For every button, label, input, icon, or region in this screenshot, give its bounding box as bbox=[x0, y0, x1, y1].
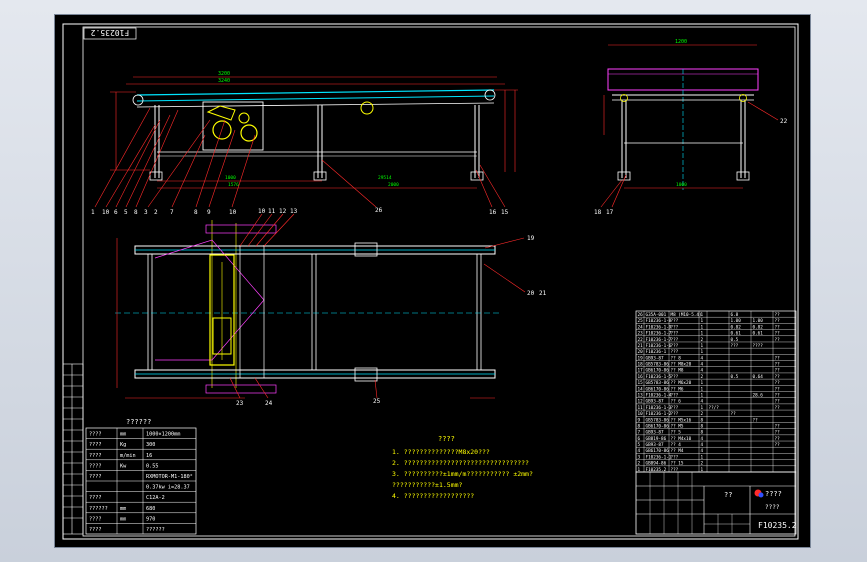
tech-note-1: 1. ??????????????M8x20??? bbox=[392, 448, 490, 456]
title-block-name: ???? bbox=[765, 490, 782, 498]
params-cell: ???? bbox=[89, 453, 102, 459]
params-cell: ?????? bbox=[89, 506, 108, 512]
balloon-side-17: 17 bbox=[606, 209, 614, 216]
dim-front-a: 1576 bbox=[228, 182, 239, 188]
tech-note-3: 3. ??????????±1mm/m??????????? ±2mm? bbox=[392, 470, 533, 478]
balloon-plan-11: 10 bbox=[258, 208, 266, 215]
params-cell: RXMOTOR-M1-180° bbox=[146, 474, 193, 480]
balloon-plan-23: 23 bbox=[236, 400, 244, 407]
params-cell: ?????? bbox=[146, 527, 165, 533]
dim-front-b: 1000 bbox=[225, 175, 236, 181]
balloon-front-1: 1 bbox=[91, 209, 95, 216]
cad-drawing: F10235.2 3200 3240 1000 1576 29514 2000 … bbox=[62, 23, 799, 540]
params-heading: ?????? bbox=[126, 418, 151, 426]
params-cell: m/min bbox=[120, 453, 136, 459]
params-cell: Kw bbox=[120, 463, 127, 469]
tech-note-2: 2. ???????????????????????????????? bbox=[392, 459, 529, 467]
params-cell: 680 bbox=[146, 506, 155, 512]
dim-front-d: 2000 bbox=[388, 182, 399, 188]
drawing-number: F10235.2 bbox=[758, 521, 797, 530]
params-cell: ???? bbox=[89, 432, 102, 438]
title-block: ?? ???? ???? F10235.2 bbox=[635, 471, 797, 535]
balloon-plan-13: 12 bbox=[279, 208, 287, 215]
params-cell: mm bbox=[120, 506, 126, 512]
params-cell: 1000×1200mm bbox=[146, 432, 180, 438]
stamp-text: F10235.2 bbox=[91, 28, 130, 37]
balloon-front-15: 15 bbox=[501, 209, 509, 216]
params-cell: mm bbox=[120, 516, 126, 522]
params-table: ?????? ???? mm 1000×1200mm???? Kg 300???? m/m… bbox=[85, 418, 197, 535]
balloon-front-7: 2 bbox=[154, 209, 158, 216]
balloon-side-22: 22 bbox=[780, 118, 788, 125]
balloon-plan-20: 20 bbox=[527, 290, 535, 297]
params-cell: 300 bbox=[146, 442, 155, 448]
tech-note-3b: ???????????±1.5mm? bbox=[392, 481, 463, 489]
params-cell: 0.55 bbox=[146, 463, 159, 469]
params-cell: 0.37kw i=28.37 bbox=[146, 485, 190, 491]
side-view: 1200 1000 22 18 17 bbox=[594, 39, 788, 216]
params-cell: 970 bbox=[146, 516, 155, 522]
title-block-unit: ???? bbox=[765, 504, 780, 511]
params-cell: 16 bbox=[146, 453, 152, 459]
technical-notes: ???? 1. ??????????????M8x20??? 2. ??????… bbox=[392, 435, 533, 500]
balloon-front-16: 16 bbox=[489, 209, 497, 216]
balloon-front-8: 7 bbox=[170, 209, 174, 216]
balloon-front-5: 8 bbox=[134, 209, 138, 216]
dim-side-width: 1200 bbox=[675, 39, 687, 45]
params-cell: ???? bbox=[89, 474, 102, 480]
tech-note-4: 4. ?????????????????? bbox=[392, 492, 474, 500]
params-cell: C12A-2 bbox=[146, 495, 165, 501]
dim-front-c: 29514 bbox=[378, 175, 392, 181]
plan-view: 10 11 12 13 19 20 21 23 24 25 bbox=[115, 208, 547, 407]
balloon-plan-12: 11 bbox=[268, 208, 276, 215]
revision-strip bbox=[62, 363, 84, 535]
balloon-front-11: 10 bbox=[229, 209, 237, 216]
dim-top-overall: 3200 bbox=[218, 71, 230, 77]
balloon-front-9: 8 bbox=[194, 209, 198, 216]
balloon-front-4: 5 bbox=[124, 209, 128, 216]
balloon-front-3: 6 bbox=[114, 209, 118, 216]
balloon-front-6: 3 bbox=[144, 209, 148, 216]
dim-top-span: 3240 bbox=[218, 78, 230, 84]
balloon-plan-14: 13 bbox=[290, 208, 298, 215]
balloon-side-18: 18 bbox=[594, 209, 602, 216]
balloon-plan-24: 24 bbox=[265, 400, 273, 407]
balloon-front-10: 9 bbox=[207, 209, 211, 216]
tech-notes-heading: ???? bbox=[438, 435, 455, 443]
front-view: 3200 3240 1000 1576 29514 2000 1 10 6 5 … bbox=[91, 71, 518, 216]
title-block-mid: ?? bbox=[724, 491, 732, 499]
balloon-plan-21: 21 bbox=[539, 290, 547, 297]
params-cell: ???? bbox=[89, 463, 102, 469]
params-cell: ???? bbox=[89, 495, 102, 501]
params-cell: ???? bbox=[89, 516, 102, 522]
params-cell: Kg bbox=[120, 442, 126, 448]
balloon-front-2: 10 bbox=[102, 209, 110, 216]
bom-table: 26 G35A-001 M8 (M10-5.4)1 6.8 ??25 F10236-1-8… bbox=[635, 310, 797, 473]
balloon-plan-19: 19 bbox=[527, 235, 535, 242]
balloon-plan-25: 25 bbox=[373, 398, 381, 405]
params-cell: ???? bbox=[89, 527, 102, 533]
params-cell: mm bbox=[120, 432, 126, 438]
dim-side-base: 1000 bbox=[676, 182, 687, 188]
balloon-front-26: 26 bbox=[375, 207, 383, 214]
params-cell: ???? bbox=[89, 442, 102, 448]
